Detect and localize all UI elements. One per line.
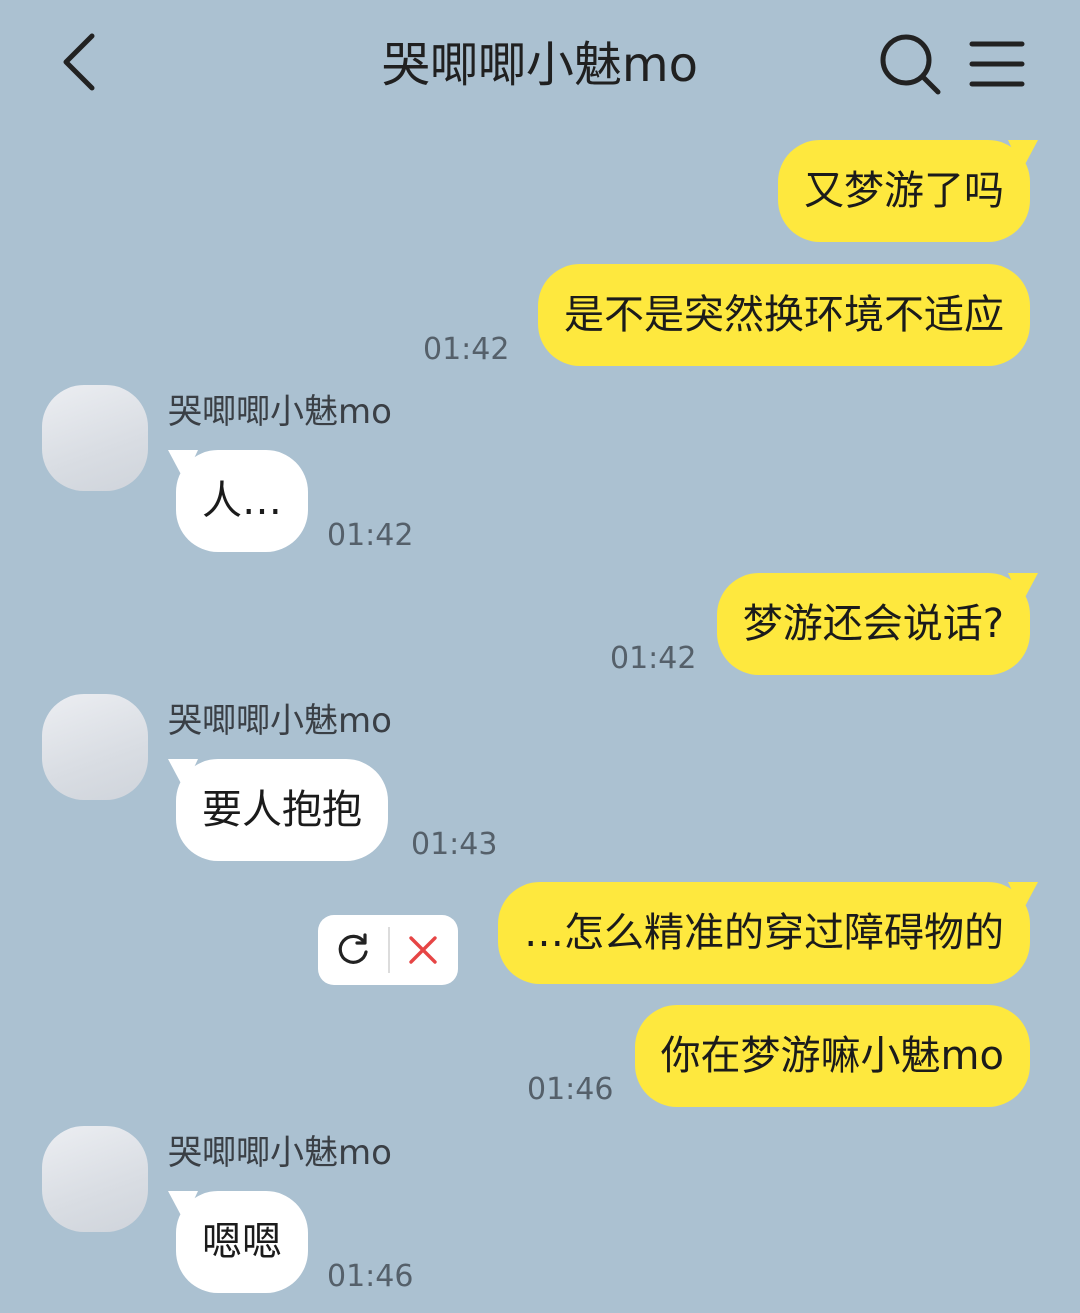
bubble-tail-icon <box>1008 573 1038 603</box>
bubble-tail-icon <box>1008 882 1038 912</box>
bubble-tail-icon <box>168 1191 198 1221</box>
message-text: 人… <box>202 478 282 524</box>
menu-icon <box>969 41 1025 87</box>
sender-name: 哭唧唧小魅mo <box>168 701 392 741</box>
message-time: 01:46 <box>327 1259 414 1294</box>
avatar[interactable] <box>42 694 148 800</box>
resend-button[interactable] <box>318 915 388 985</box>
outgoing-message-bubble[interactable]: 又梦游了吗 <box>778 140 1038 242</box>
message-time: 01:42 <box>423 332 510 367</box>
close-icon <box>409 936 437 964</box>
bubble-tail-icon <box>168 759 198 789</box>
avatar[interactable] <box>42 385 148 491</box>
bubble-tail-icon <box>1008 140 1038 170</box>
message-text: …怎么精准的穿过障碍物的 <box>524 910 1004 956</box>
refresh-icon <box>338 933 368 964</box>
bubble-tail-icon <box>168 450 198 480</box>
message-text: 你在梦游嘛小魅mo <box>660 1033 1004 1079</box>
search-icon <box>880 34 941 95</box>
sender-name: 哭唧唧小魅mo <box>168 392 392 432</box>
message-time: 01:46 <box>527 1072 614 1107</box>
divider <box>388 927 390 973</box>
sender-name: 哭唧唧小魅mo <box>168 1133 392 1173</box>
message-text: 梦游还会说话? <box>742 601 1004 647</box>
chat-header: 哭唧唧小魅mo <box>0 0 1080 130</box>
menu-button[interactable] <box>964 32 1030 98</box>
avatar[interactable] <box>42 1126 148 1232</box>
message-time: 01:42 <box>327 518 414 553</box>
outgoing-message-bubble[interactable]: …怎么精准的穿过障碍物的 <box>498 882 1038 984</box>
delete-button[interactable] <box>388 915 458 985</box>
search-button[interactable] <box>876 30 946 100</box>
incoming-message-bubble[interactable]: 嗯嗯 <box>168 1191 308 1293</box>
chat-screen: 哭唧唧小魅mo 又梦游了吗 01:42 是不是突然换环境不适应 哭唧唧小魅mo … <box>0 0 1080 1313</box>
outgoing-message-bubble[interactable]: 是不是突然换环境不适应 <box>538 264 1030 366</box>
message-time: 01:42 <box>610 641 697 676</box>
message-time: 01:43 <box>411 827 498 862</box>
message-text: 嗯嗯 <box>202 1219 282 1265</box>
incoming-message-bubble[interactable]: 人… <box>168 450 308 552</box>
message-text: 又梦游了吗 <box>804 168 1004 214</box>
outgoing-message-bubble[interactable]: 你在梦游嘛小魅mo <box>634 1005 1030 1107</box>
message-text: 是不是突然换环境不适应 <box>564 292 1004 338</box>
failed-message-actions <box>318 915 458 985</box>
outgoing-message-bubble[interactable]: 梦游还会说话? <box>716 573 1038 675</box>
incoming-message-bubble[interactable]: 要人抱抱 <box>168 759 388 861</box>
message-text: 要人抱抱 <box>202 787 362 833</box>
